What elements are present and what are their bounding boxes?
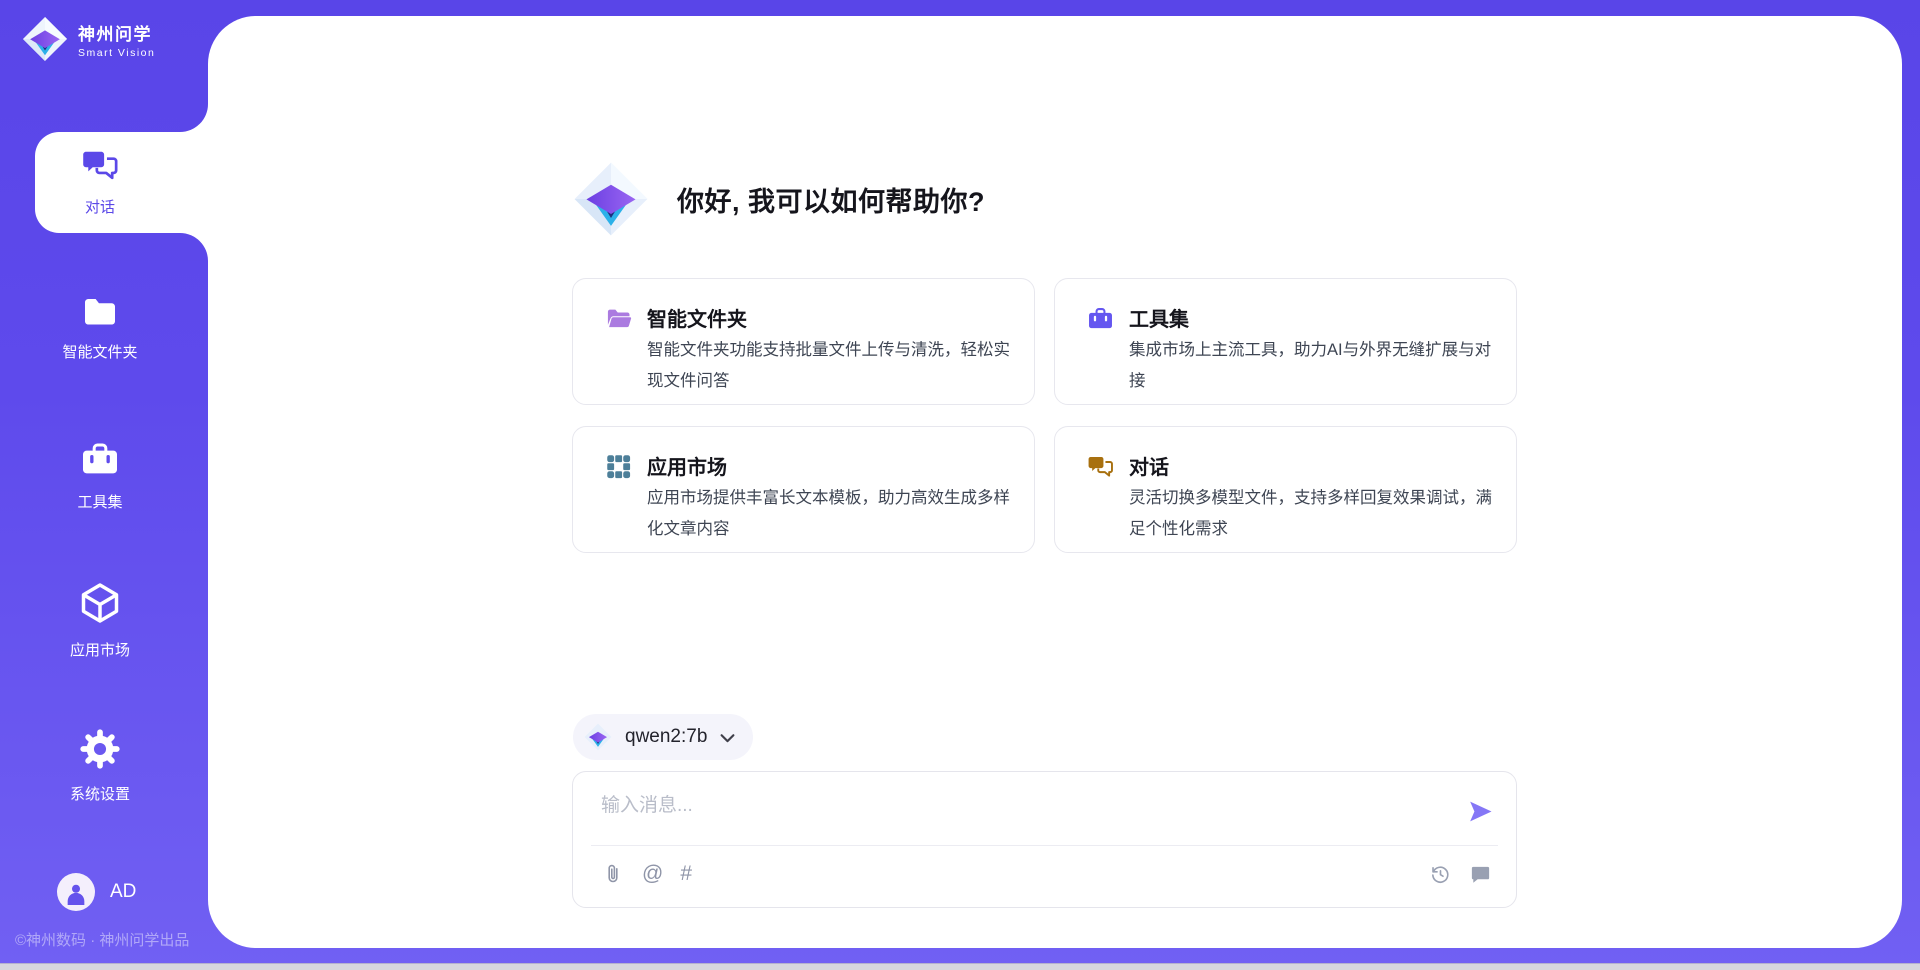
cube-icon xyxy=(78,579,122,627)
brand-text: 神州问学 Smart Vision xyxy=(78,20,155,59)
history-icon[interactable] xyxy=(1429,863,1452,886)
sidebar-item-label: 工具集 xyxy=(0,491,200,512)
brand-logo-icon xyxy=(22,16,68,62)
model-name: qwen2:7b xyxy=(625,726,707,748)
window-bottom-edge xyxy=(0,963,1920,970)
greeting-text: 你好, 我可以如何帮助你? xyxy=(677,180,985,219)
send-button[interactable] xyxy=(1467,798,1494,825)
card-description: 集成市场上主流工具，助力AI与外界无缝扩展与对接 xyxy=(1129,335,1501,397)
message-composer: @ # xyxy=(572,771,1517,908)
sidebar-item-smart-folder[interactable]: 智能文件夹 xyxy=(0,293,200,362)
brand-gem-icon xyxy=(573,161,649,237)
card-description: 灵活切换多模型文件，支持多样回复效果调试，满足个性化需求 xyxy=(1129,483,1501,545)
user-account[interactable]: AD xyxy=(57,873,136,911)
greeting: 你好, 我可以如何帮助你? xyxy=(573,161,985,237)
card-smart-folder[interactable]: 智能文件夹 智能文件夹功能支持批量文件上传与清洗，轻松实现文件问答 xyxy=(572,278,1035,405)
card-app-market[interactable]: 应用市场 应用市场提供丰富长文本模板，助力高效生成多样化文章内容 xyxy=(572,426,1035,553)
card-title: 工具集 xyxy=(1129,303,1189,332)
composer-divider xyxy=(591,845,1498,846)
message-input[interactable] xyxy=(601,786,1451,826)
copyright-text: ©神州数码 · 神州问学出品 xyxy=(15,929,245,950)
sidebar-item-app-market[interactable]: 应用市场 xyxy=(0,579,200,660)
gear-icon xyxy=(78,727,122,771)
brand-title: 神州问学 xyxy=(78,20,155,45)
card-toolset[interactable]: 工具集 集成市场上主流工具，助力AI与外界无缝扩展与对接 xyxy=(1054,278,1517,405)
card-description: 应用市场提供丰富长文本模板，助力高效生成多样化文章内容 xyxy=(647,483,1019,545)
app-grid-icon xyxy=(605,453,632,480)
composer-toolbar: @ # xyxy=(601,862,1492,886)
feature-cards: 智能文件夹 智能文件夹功能支持批量文件上传与清洗，轻松实现文件问答 工具集 集成… xyxy=(572,278,1517,553)
folder-icon xyxy=(80,293,120,329)
active-tab-fillet-top xyxy=(180,104,208,132)
app-window: 你好, 我可以如何帮助你? 智能文件夹 智能文件夹功能支持批量文件上传与清洗，轻… xyxy=(0,0,1920,970)
sidebar-item-label: 智能文件夹 xyxy=(0,341,200,362)
topic-icon[interactable]: # xyxy=(680,862,692,886)
chat-bubbles-icon xyxy=(1087,453,1114,480)
card-title: 对话 xyxy=(1129,451,1169,480)
mention-icon[interactable]: @ xyxy=(642,862,663,886)
new-chat-bubble-icon[interactable] xyxy=(1469,863,1492,886)
sidebar-item-chat[interactable]: 对话 xyxy=(0,146,200,217)
active-tab-fillet-bottom xyxy=(180,233,208,261)
briefcase-icon xyxy=(1087,305,1114,332)
briefcase-icon xyxy=(79,439,121,479)
attach-file-icon[interactable] xyxy=(601,862,625,886)
model-selector[interactable]: qwen2:7b xyxy=(573,714,753,760)
sidebar-item-settings[interactable]: 系统设置 xyxy=(0,727,200,804)
card-title: 智能文件夹 xyxy=(647,303,747,332)
main-panel: 你好, 我可以如何帮助你? 智能文件夹 智能文件夹功能支持批量文件上传与清洗，轻… xyxy=(208,16,1902,948)
sidebar-item-label: 系统设置 xyxy=(0,783,200,804)
card-chat[interactable]: 对话 灵活切换多模型文件，支持多样回复效果调试，满足个性化需求 xyxy=(1054,426,1517,553)
card-title: 应用市场 xyxy=(647,451,727,480)
sidebar-item-label: 对话 xyxy=(0,196,200,217)
brand-subtitle: Smart Vision xyxy=(78,47,155,59)
chat-bubbles-icon xyxy=(79,146,121,184)
sidebar: 神州问学 Smart Vision 对话 智能文件夹 xyxy=(0,0,208,970)
user-initials: AD xyxy=(110,881,136,903)
model-gem-icon xyxy=(584,723,612,751)
open-folder-icon xyxy=(605,305,633,333)
card-description: 智能文件夹功能支持批量文件上传与清洗，轻松实现文件问答 xyxy=(647,335,1019,397)
avatar xyxy=(57,873,95,911)
sidebar-item-toolset[interactable]: 工具集 xyxy=(0,439,200,512)
sidebar-item-label: 应用市场 xyxy=(0,639,200,660)
brand: 神州问学 Smart Vision xyxy=(22,16,155,62)
chevron-down-icon xyxy=(720,733,735,744)
